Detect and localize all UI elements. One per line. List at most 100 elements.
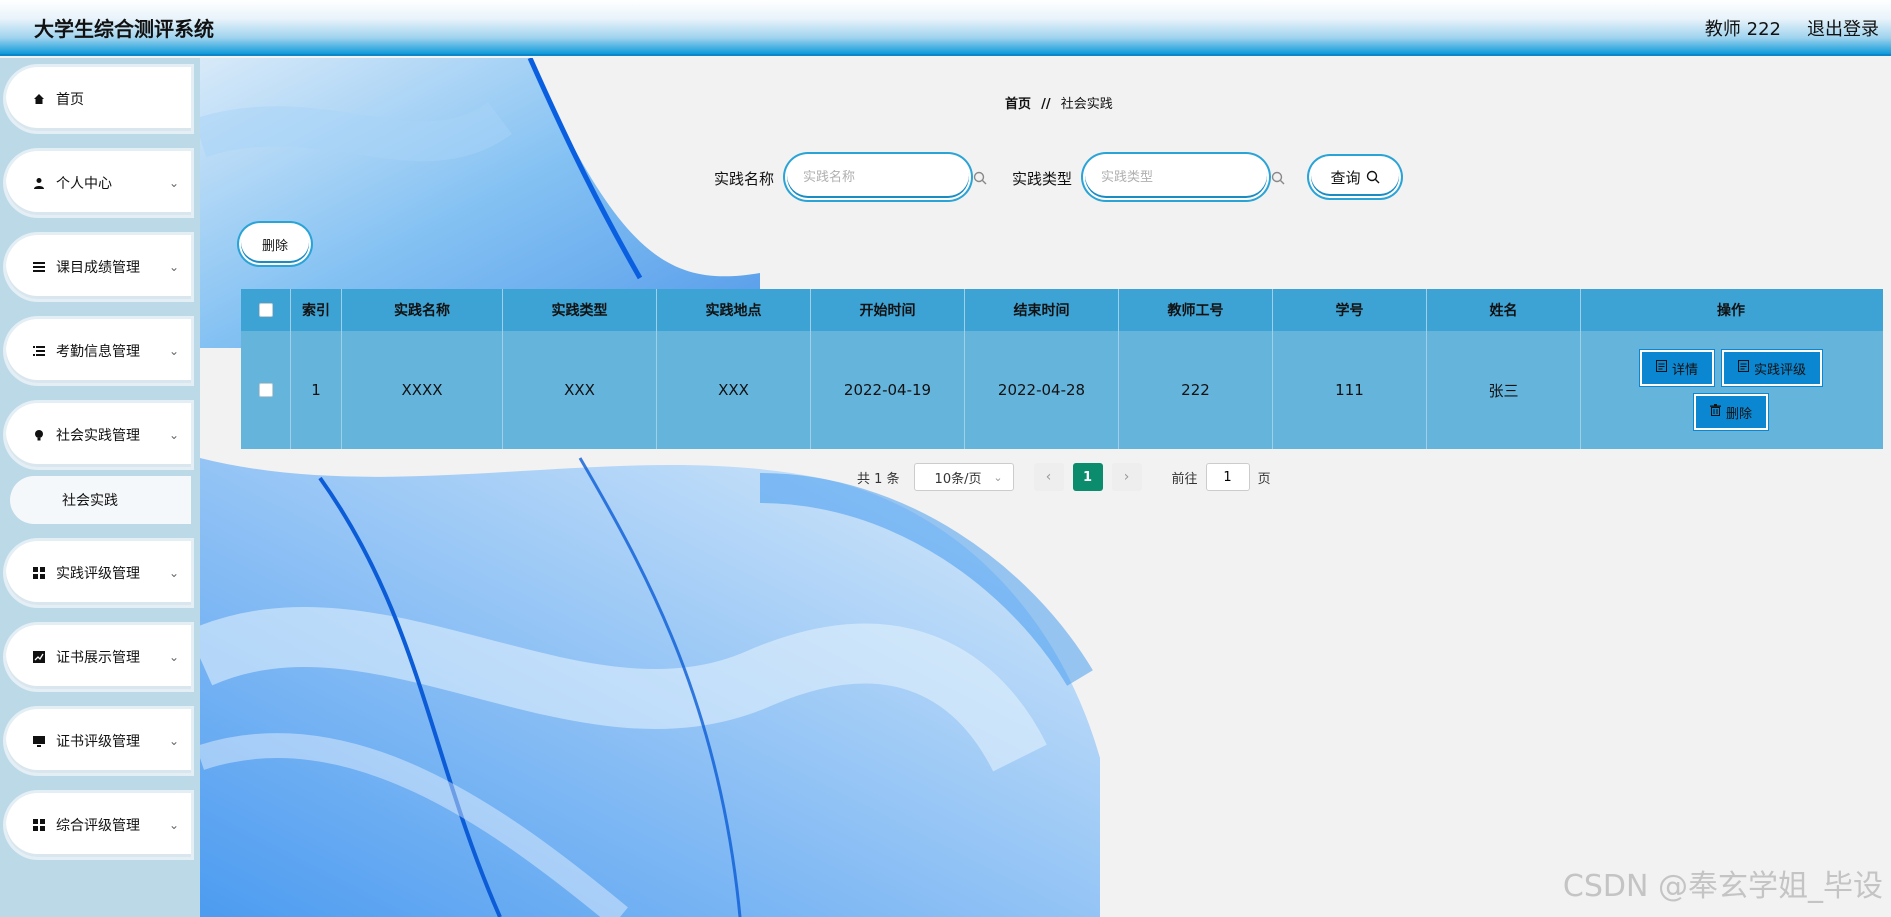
column-header: 开始时间 xyxy=(811,289,965,331)
chevron-down-icon: ⌄ xyxy=(168,344,179,358)
cell-start-time: 2022-04-19 xyxy=(811,331,965,449)
sidebar-item-label: 首页 xyxy=(56,92,84,108)
breadcrumb-current: 社会实践 xyxy=(1060,97,1113,112)
current-user: 教师 222 xyxy=(1704,19,1781,40)
cell-teacher-id: 222 xyxy=(1119,331,1273,449)
practice-type-input[interactable] xyxy=(1101,169,1271,185)
breadcrumb-separator: // xyxy=(1041,97,1051,112)
goto-page-input[interactable] xyxy=(1205,463,1250,491)
sidebar-item-label: 考勤信息管理 xyxy=(56,344,140,360)
chart-icon xyxy=(32,650,46,664)
column-header: 操作 xyxy=(1717,303,1745,319)
chevron-down-icon: ⌄ xyxy=(168,650,179,664)
select-all-cell xyxy=(241,289,291,331)
table-header-row: 索引 实践名称 实践类型 实践地点 开始时间 结束时间 教师工号 学号 姓名 操… xyxy=(241,289,1883,331)
sidebar-item-label: 证书评级管理 xyxy=(56,734,140,750)
sidebar-item-label: 个人中心 xyxy=(56,176,112,192)
page-size-select[interactable]: 10条/页 ⌄ xyxy=(913,463,1014,491)
pagination-total: 共 1 条 xyxy=(857,471,900,487)
user-icon xyxy=(32,176,46,190)
breadcrumb-home[interactable]: 首页 xyxy=(1005,97,1031,112)
chevron-down-icon: ⌄ xyxy=(993,470,1003,484)
page-unit-label: 页 xyxy=(1257,471,1271,487)
table-row: 1 XXXX XXX XXX 2022-04-19 2022-04-28 222… xyxy=(241,331,1883,449)
sidebar-item-label: 综合评级管理 xyxy=(56,818,140,834)
practice-type-field[interactable] xyxy=(1085,156,1285,198)
cell-practice-type: XXX xyxy=(503,331,657,449)
sidebar-item-overall-rating[interactable]: 综合评级管理 ⌄ xyxy=(6,793,191,857)
chevron-down-icon: ⌄ xyxy=(168,260,179,274)
list-indent-icon xyxy=(32,344,46,358)
app-title: 大学生综合测评系统 xyxy=(34,17,214,41)
sidebar-subitem-label: 社会实践 xyxy=(62,493,118,509)
chevron-down-icon: ⌄ xyxy=(168,734,179,748)
search-icon xyxy=(1271,170,1285,185)
sidebar-item-attendance[interactable]: 考勤信息管理 ⌄ xyxy=(6,319,191,383)
cell-student-name: 张三 xyxy=(1427,331,1581,449)
sidebar-item-label: 课目成绩管理 xyxy=(56,260,140,276)
query-button[interactable]: 查询 xyxy=(1311,158,1399,196)
sidebar-item-certificate-display[interactable]: 证书展示管理 ⌄ xyxy=(6,625,191,689)
practice-type-label: 实践类型 xyxy=(1012,170,1073,188)
search-icon xyxy=(1366,170,1380,184)
cell-index: 1 xyxy=(291,331,342,449)
chevron-down-icon: ⌄ xyxy=(168,428,179,442)
column-header: 姓名 xyxy=(1427,289,1581,331)
sidebar-item-certificate-rating[interactable]: 证书评级管理 ⌄ xyxy=(6,709,191,773)
sidebar-item-label: 社会实践管理 xyxy=(56,428,140,444)
column-header: 索引 xyxy=(291,289,342,331)
home-icon xyxy=(32,92,46,106)
sidebar: 首页 个人中心 ⌄ 课目成绩管理 ⌄ 考勤信息管理 ⌄ 社会实践管理 ⌄ 社会实… xyxy=(0,58,200,917)
watermark: CSDN @奉玄学姐_毕设 xyxy=(1562,869,1883,904)
sidebar-item-practice-rating[interactable]: 实践评级管理 ⌄ xyxy=(6,541,191,605)
chevron-right-icon: › xyxy=(1123,469,1130,485)
list-icon xyxy=(32,260,46,274)
cell-end-time: 2022-04-28 xyxy=(965,331,1119,449)
detail-button[interactable]: 详情 xyxy=(1641,352,1712,384)
grid-icon xyxy=(32,566,46,580)
sidebar-item-home[interactable]: 首页 xyxy=(6,67,191,131)
row-select-cell xyxy=(241,331,291,449)
logout-button[interactable]: 退出登录 xyxy=(1807,15,1879,41)
chevron-left-icon: ‹ xyxy=(1045,469,1052,485)
sidebar-item-label: 实践评级管理 xyxy=(56,566,140,582)
cell-student-id: 111 xyxy=(1273,331,1427,449)
practice-name-label: 实践名称 xyxy=(714,170,775,188)
row-delete-button[interactable]: 删除 xyxy=(1695,396,1766,428)
sidebar-item-course-scores[interactable]: 课目成绩管理 ⌄ xyxy=(6,235,191,299)
column-header: 教师工号 xyxy=(1119,289,1273,331)
chevron-down-icon: ⌄ xyxy=(168,176,179,190)
next-page-button[interactable]: › xyxy=(1111,463,1142,491)
bulk-delete-button[interactable]: 删除 xyxy=(241,225,309,263)
rate-practice-button[interactable]: 实践评级 xyxy=(1724,352,1821,384)
monitor-icon xyxy=(32,734,46,748)
trash-icon xyxy=(1709,404,1721,420)
goto-label: 前往 xyxy=(1171,471,1198,487)
chevron-down-icon: ⌄ xyxy=(168,818,179,832)
sidebar-item-label: 证书展示管理 xyxy=(56,650,140,666)
breadcrumb: 首页 // 社会实践 xyxy=(1005,93,1113,112)
row-delete-button-label: 删除 xyxy=(1725,406,1752,422)
sidebar-subitem-social-practice[interactable]: 社会实践 xyxy=(10,476,191,524)
practice-name-field[interactable] xyxy=(787,156,987,198)
column-header: 实践地点 xyxy=(657,289,811,331)
column-header: 学号 xyxy=(1273,289,1427,331)
detail-button-label: 详情 xyxy=(1671,362,1698,378)
sidebar-item-social-practice-mgmt[interactable]: 社会实践管理 ⌄ xyxy=(6,403,191,467)
rate-practice-button-label: 实践评级 xyxy=(1754,362,1807,378)
bulb-icon xyxy=(32,428,46,442)
row-checkbox[interactable] xyxy=(258,383,273,397)
cell-practice-name: XXXX xyxy=(342,331,503,449)
chevron-down-icon: ⌄ xyxy=(168,566,179,580)
prev-page-button[interactable]: ‹ xyxy=(1033,463,1064,491)
pagination: 共 1 条 10条/页 ⌄ ‹ 1 › 前往 页 xyxy=(857,463,1271,491)
cell-practice-place: XXX xyxy=(657,331,811,449)
practice-name-input[interactable] xyxy=(803,169,973,185)
page-size-value: 10条/页 xyxy=(934,471,982,487)
practice-table: 索引 实践名称 实践类型 实践地点 开始时间 结束时间 教师工号 学号 姓名 操… xyxy=(241,289,1883,449)
select-all-checkbox[interactable] xyxy=(258,303,273,317)
cell-actions: 详情 实践评级 删除 xyxy=(1581,331,1881,449)
page-number-button[interactable]: 1 xyxy=(1072,463,1103,491)
document-icon xyxy=(1655,360,1667,376)
sidebar-item-profile[interactable]: 个人中心 ⌄ xyxy=(6,151,191,215)
